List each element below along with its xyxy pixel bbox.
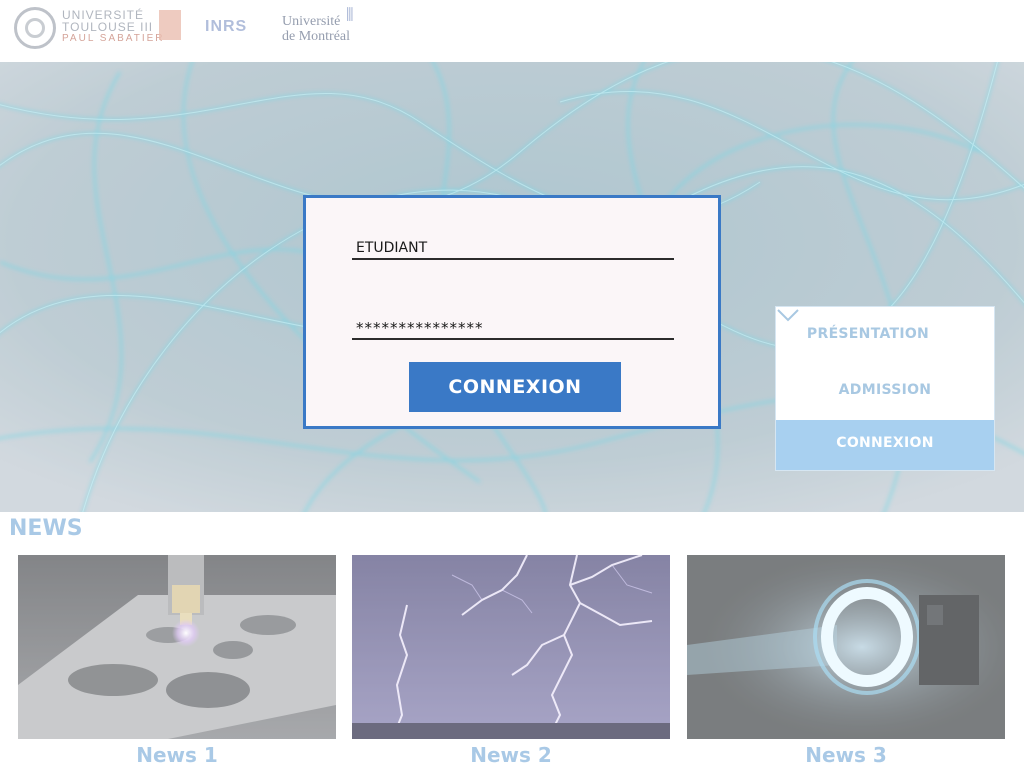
udem-mark-icon: ⫴	[346, 5, 354, 26]
connexion-button[interactable]: CONNEXION	[409, 362, 621, 412]
menu-item-label: PRÉSENTATION	[806, 326, 930, 342]
news-title[interactable]: News 2	[352, 743, 670, 767]
news-card[interactable]: News 1	[18, 555, 336, 768]
username-input[interactable]	[352, 238, 674, 260]
password-input[interactable]	[352, 318, 674, 340]
news-image[interactable]	[687, 555, 1005, 739]
ut3-logo[interactable]: UNIVERSITÉ TOULOUSE III PAUL SABATIER	[14, 6, 186, 52]
menu-item-presentation[interactable]: PRÉSENTATION	[776, 307, 994, 361]
hero-banner: CONNEXION PRÉSENTATION ADMISSION CONNEXI…	[0, 62, 1024, 512]
news-card[interactable]: News 3	[687, 555, 1005, 768]
side-menu: PRÉSENTATION ADMISSION CONNEXION	[775, 306, 995, 471]
inrs-logo[interactable]: INRS	[205, 18, 247, 36]
login-form: CONNEXION	[303, 195, 721, 429]
chevron-down-icon[interactable]	[776, 307, 800, 323]
news-image[interactable]	[352, 555, 670, 739]
menu-item-admission[interactable]: ADMISSION	[776, 363, 994, 417]
news-card[interactable]: News 2	[352, 555, 670, 768]
ut3-square-icon	[159, 10, 181, 40]
news-image[interactable]	[18, 555, 336, 739]
news-title[interactable]: News 3	[687, 743, 1005, 767]
news-title[interactable]: News 1	[18, 743, 336, 767]
news-heading: NEWS	[9, 516, 83, 541]
menu-item-connexion[interactable]: CONNEXION	[776, 420, 994, 470]
header: UNIVERSITÉ TOULOUSE III PAUL SABATIER IN…	[0, 0, 1024, 62]
ut3-logo-text: UNIVERSITÉ TOULOUSE III PAUL SABATIER	[62, 8, 165, 44]
udem-logo[interactable]: ⫴ Université de Montréal	[282, 7, 354, 45]
menu-item-label: CONNEXION	[836, 435, 934, 451]
ut3-seal-icon	[14, 7, 56, 49]
menu-item-label: ADMISSION	[838, 382, 932, 398]
